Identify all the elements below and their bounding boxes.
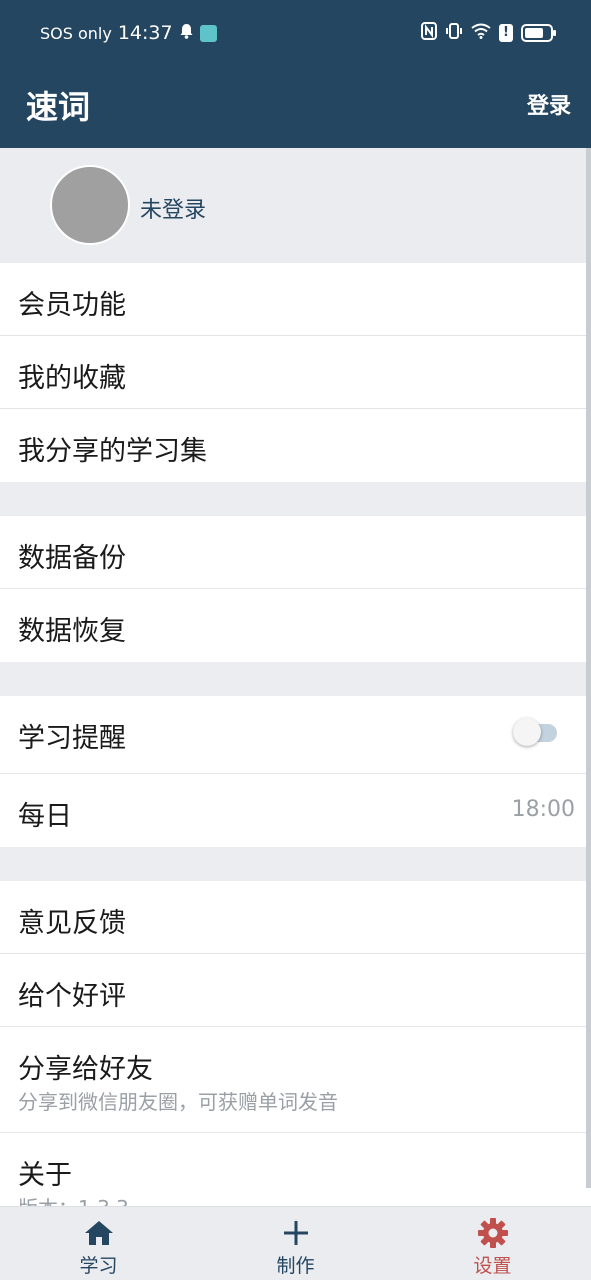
tab-create[interactable]: 制作 (197, 1207, 394, 1280)
settings-item-share[interactable]: 分享给好友 分享到微信朋友圈，可获赠单词发音 (0, 1027, 591, 1133)
settings-item-membership[interactable]: 会员功能 (0, 263, 591, 336)
tab-study[interactable]: 学习 (0, 1207, 197, 1280)
profile-name[interactable]: 未登录 (140, 192, 206, 224)
settings-item-label: 数据备份 (18, 543, 126, 574)
home-icon (84, 1217, 114, 1249)
scrollbar[interactable] (586, 148, 591, 1188)
settings-item-favorites[interactable]: 我的收藏 (0, 336, 591, 409)
section-divider (0, 662, 591, 696)
settings-item-label: 学习提醒 (18, 723, 126, 754)
battery-icon (521, 24, 556, 42)
settings-item-rate[interactable]: 给个好评 (0, 954, 591, 1027)
settings-item-backup[interactable]: 数据备份 (0, 516, 591, 589)
settings-item-label: 分享给好友 (18, 1054, 153, 1085)
wifi-icon (471, 23, 491, 43)
tab-label: 设置 (473, 1255, 512, 1277)
settings-content[interactable]: 未登录 会员功能 我的收藏 我分享的学习集 数据备份 数据恢复 学习提醒 每日 … (0, 148, 591, 1206)
alert-icon: ! (499, 24, 513, 42)
plus-icon (282, 1217, 310, 1249)
bell-icon (179, 23, 194, 43)
settings-item-label: 意见反馈 (18, 908, 126, 939)
page-title: 速词 (26, 88, 91, 126)
settings-item-about[interactable]: 关于 版本：1.3.3 (0, 1133, 591, 1206)
nfc-icon (421, 22, 437, 44)
settings-item-label: 我分享的学习集 (18, 436, 207, 467)
settings-item-subtitle: 版本：1.3.3 (18, 1192, 129, 1206)
daily-time-value: 18:00 (511, 797, 575, 822)
section-divider (0, 482, 591, 516)
settings-item-shared-sets[interactable]: 我分享的学习集 (0, 409, 591, 482)
status-bar: SOS only 14:37 ! (0, 0, 591, 66)
status-time: 14:37 (117, 22, 173, 44)
profile-section[interactable]: 未登录 (0, 148, 591, 263)
toggle-knob (513, 718, 541, 746)
settings-item-label: 给个好评 (18, 981, 126, 1012)
section-divider (0, 847, 591, 881)
bottom-tab-bar: 学习 制作 设置 (0, 1206, 591, 1280)
app-bar: 速词 登录 (0, 66, 591, 148)
gear-icon (477, 1217, 509, 1249)
settings-item-reminder[interactable]: 学习提醒 (0, 696, 591, 774)
tab-settings[interactable]: 设置 (394, 1207, 591, 1280)
settings-item-feedback[interactable]: 意见反馈 (0, 881, 591, 954)
settings-item-label: 数据恢复 (18, 616, 126, 647)
settings-item-label: 每日 (18, 801, 72, 832)
tab-label: 学习 (79, 1255, 118, 1277)
settings-item-daily-time[interactable]: 每日 18:00 (0, 774, 591, 847)
settings-item-label: 关于 (18, 1160, 72, 1191)
settings-item-subtitle: 分享到微信朋友圈，可获赠单词发音 (18, 1090, 338, 1114)
settings-item-restore[interactable]: 数据恢复 (0, 589, 591, 662)
login-button[interactable]: 登录 (527, 88, 571, 120)
reminder-toggle[interactable] (513, 718, 557, 746)
avatar[interactable] (50, 165, 130, 245)
carrier-text: SOS only (40, 23, 112, 43)
app-notification-icon (199, 24, 217, 42)
tab-label: 制作 (276, 1255, 315, 1277)
settings-item-label: 会员功能 (18, 290, 126, 321)
settings-item-label: 我的收藏 (18, 363, 126, 394)
vibrate-icon (445, 22, 463, 44)
